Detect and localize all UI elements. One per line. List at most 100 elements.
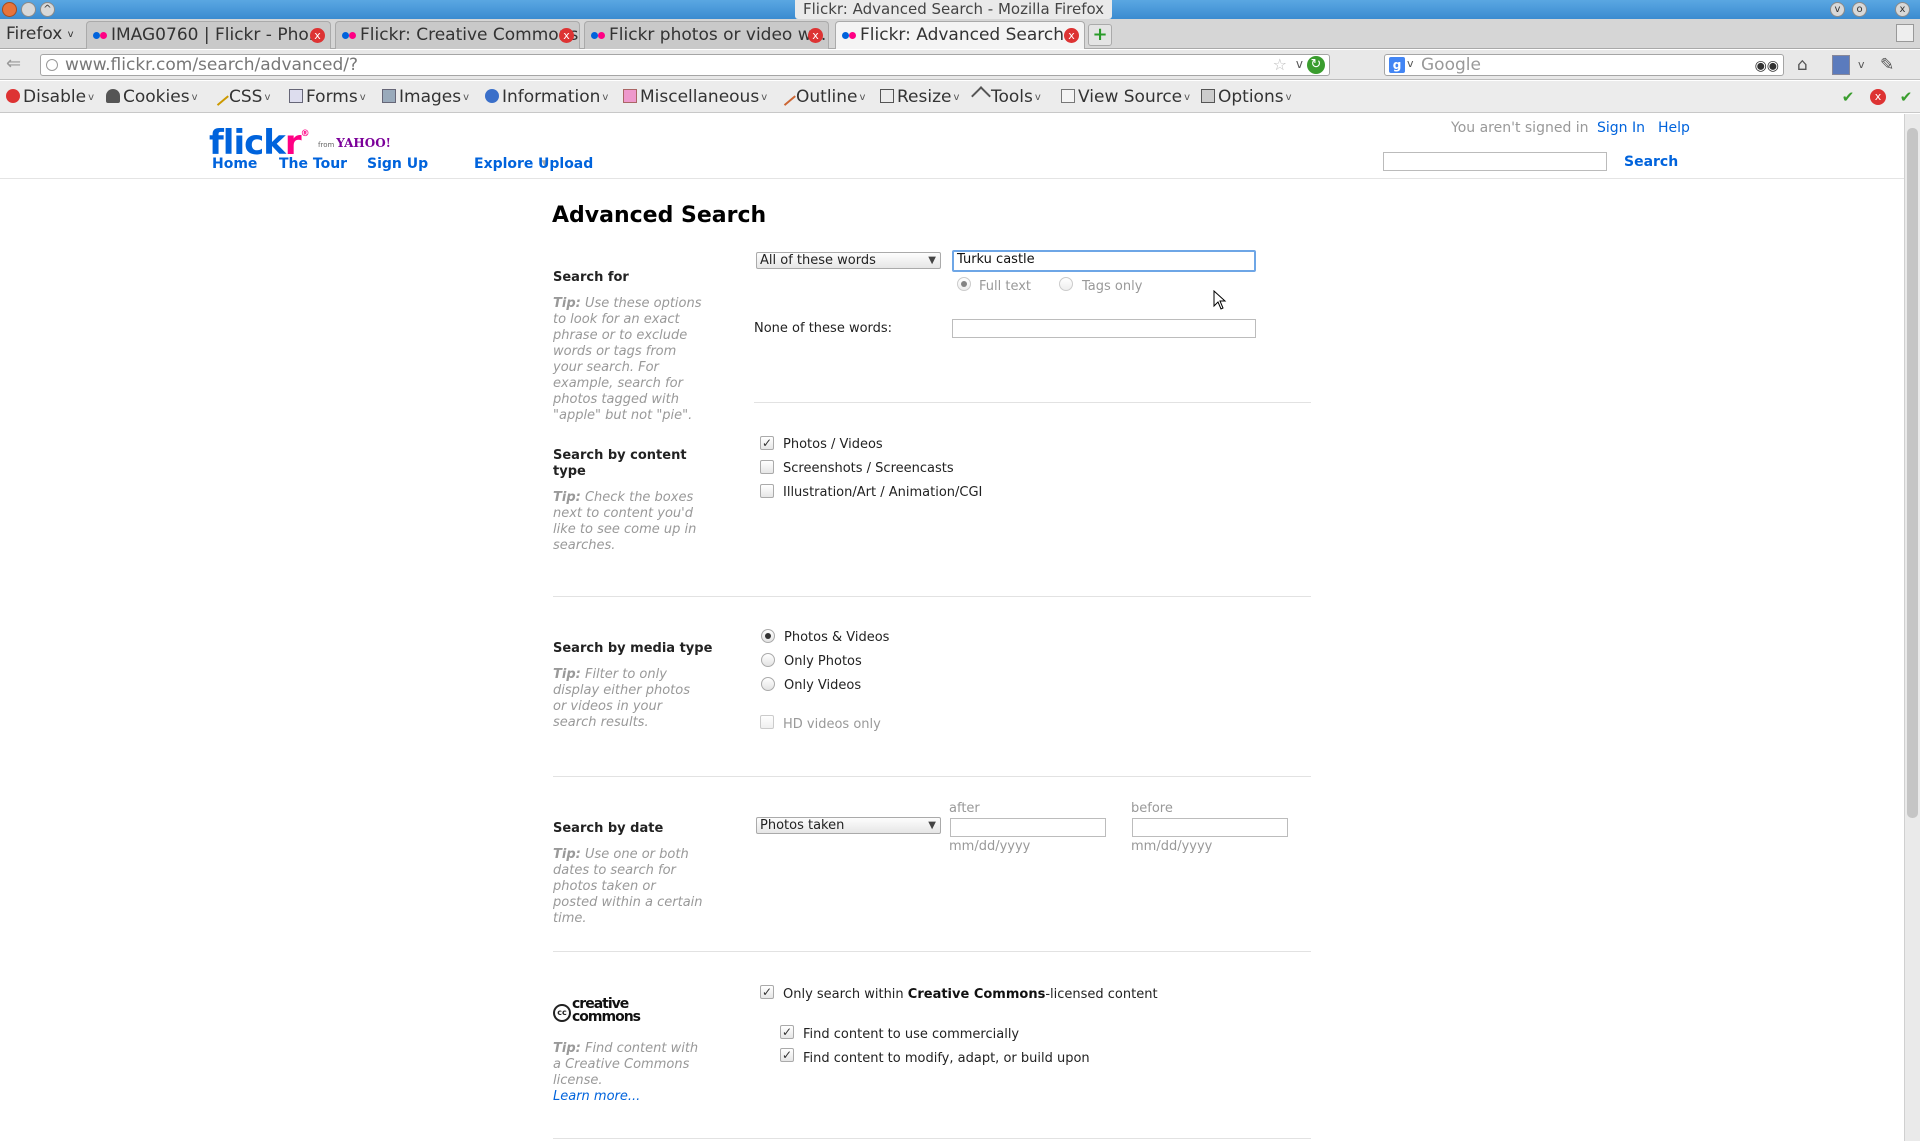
date-before-input[interactable] — [1132, 818, 1288, 837]
close-window-icon[interactable] — [2, 2, 17, 17]
cc-modify-checkbox[interactable]: ✓ — [780, 1048, 794, 1062]
content-screenshots-checkbox[interactable] — [760, 460, 774, 474]
dev-menu-view-source[interactable]: View Source v — [1061, 87, 1190, 107]
maximize-window-icon[interactable]: ^ — [40, 2, 55, 17]
nav-the-tour[interactable]: The Tour — [279, 156, 347, 172]
scrollbar-thumb[interactable] — [1907, 128, 1918, 818]
tab-flickr-photos[interactable]: Flickr photos or video w... x — [584, 21, 829, 49]
date-type-select[interactable]: Photos taken ▼ — [756, 817, 941, 834]
url-dropdown-icon[interactable]: v — [1296, 54, 1303, 74]
url-bar[interactable]: www.flickr.com/search/advanced/? ☆ v ↻ — [40, 54, 1330, 76]
home-icon[interactable]: ⌂ — [1797, 55, 1808, 75]
date-tip: Tip: Use one or both dates to search for… — [553, 847, 703, 927]
site-search-input[interactable] — [1383, 152, 1607, 171]
date-before-label: before — [1131, 801, 1173, 816]
dev-menu-disable[interactable]: Disable v — [6, 87, 94, 107]
bookmark-star-icon[interactable]: ☆ — [1273, 55, 1287, 75]
dev-menu-options[interactable]: Options v — [1201, 87, 1292, 107]
tab-close-icon[interactable]: x — [310, 28, 325, 43]
browser-search-input[interactable]: g v Google ◉◉ — [1384, 54, 1784, 76]
content-photos-videos-checkbox[interactable]: ✓ — [760, 436, 774, 450]
outline-icon — [776, 86, 796, 106]
content-illustration-label: Illustration/Art / Animation/CGI — [783, 485, 983, 500]
help-link[interactable]: Help — [1658, 120, 1690, 136]
content-type-label: Search by content type — [553, 448, 687, 479]
minimize-window-icon[interactable] — [21, 2, 36, 17]
dev-menu-label: View Source — [1078, 87, 1183, 107]
nav-home[interactable]: Home — [212, 156, 257, 172]
tags-only-radio[interactable] — [1059, 277, 1073, 291]
validation-ok-check-icon[interactable]: ✔ — [1840, 89, 1856, 105]
dev-menu-resize[interactable]: Resize v — [880, 87, 959, 107]
new-tab-plus-icon[interactable]: + — [1088, 24, 1112, 46]
dev-menu-label: Options — [1218, 87, 1284, 107]
addon-dropdown-icon[interactable]: v — [1858, 55, 1865, 75]
search-mode-select[interactable]: All of these words ▼ — [756, 252, 941, 269]
tab-close-icon[interactable]: x — [559, 28, 574, 43]
firefox-menu-button[interactable]: Firefox v — [0, 19, 80, 49]
media-only-videos-radio[interactable] — [761, 677, 775, 691]
dev-menu-label: Information — [502, 87, 601, 107]
nav-upload[interactable]: Upload — [538, 156, 593, 172]
section-divider — [754, 402, 1311, 403]
binoculars-icon[interactable]: ◉◉ — [1755, 56, 1779, 76]
back-arrow-icon[interactable]: ⇐ — [6, 55, 30, 75]
css-ok-check-icon[interactable]: ✔ — [1898, 89, 1914, 105]
learn-more-link[interactable]: Learn more... — [553, 1089, 703, 1105]
window-restore-icon[interactable]: o — [1852, 2, 1867, 17]
section-divider — [553, 1138, 1311, 1139]
dev-menu-tools[interactable]: Tools v — [971, 86, 1041, 107]
cc-only-checkbox[interactable]: ✓ — [760, 985, 774, 999]
search-query-input[interactable]: Turku castle — [952, 250, 1256, 272]
cc-only-bold: Creative Commons — [907, 987, 1046, 1002]
tags-only-label: Tags only — [1082, 279, 1143, 294]
options-icon — [1201, 89, 1215, 103]
search-engine-dropdown-icon[interactable]: v — [1407, 54, 1414, 74]
media-only-photos-radio[interactable] — [761, 653, 775, 667]
cc-commercial-checkbox[interactable]: ✓ — [780, 1025, 794, 1039]
resize-icon — [880, 89, 894, 103]
media-type-tip: Tip: Filter to only display either photo… — [553, 667, 703, 731]
tools-icon[interactable]: ✎ — [1880, 55, 1894, 75]
flickr-favicon-icon — [93, 32, 107, 40]
dev-menu-forms[interactable]: Forms v — [289, 87, 366, 107]
hd-videos-only-label: HD videos only — [783, 717, 881, 732]
hd-videos-only-checkbox[interactable] — [760, 715, 774, 729]
tab-creative-commons[interactable]: Flickr: Creative Commons x — [335, 21, 580, 49]
signed-out-notice: You aren't signed in — [1451, 120, 1589, 136]
window-close-icon[interactable]: x — [1895, 2, 1910, 17]
vertical-scrollbar[interactable] — [1904, 114, 1920, 1141]
dev-menu-label: Resize — [897, 87, 952, 107]
flickr-favicon-icon — [591, 32, 605, 40]
miscellaneous-icon — [623, 89, 637, 103]
cc-commercial-label: Find content to use commercially — [803, 1027, 1020, 1042]
search-for-tip: Tip: Use these options to look for an ex… — [553, 296, 703, 424]
full-text-radio[interactable] — [957, 277, 971, 291]
dev-menu-outline[interactable]: Outline v — [776, 86, 865, 107]
from-yahoo-logo: from YAHOO! — [318, 136, 391, 150]
dev-menu-cookies[interactable]: Cookies v — [106, 87, 197, 107]
tab-close-icon[interactable]: x — [808, 28, 823, 43]
reload-icon[interactable]: ↻ — [1307, 56, 1325, 74]
tab-list-icon[interactable] — [1896, 24, 1914, 42]
sign-in-link[interactable]: Sign In — [1597, 120, 1645, 136]
addon-icon[interactable] — [1832, 55, 1850, 75]
dev-menu-css[interactable]: CSS v — [209, 86, 270, 107]
media-photos-videos-radio[interactable] — [761, 629, 775, 643]
disable-icon — [6, 89, 20, 103]
dev-menu-images[interactable]: Images v — [382, 87, 469, 107]
site-search-button[interactable]: Search — [1624, 154, 1678, 170]
tab-advanced-search[interactable]: Flickr: Advanced Search x — [835, 21, 1085, 49]
tab-close-icon[interactable]: x — [1064, 28, 1079, 43]
nav-sign-up[interactable]: Sign Up — [367, 156, 428, 172]
dev-menu-label: Outline — [796, 87, 858, 107]
date-after-input[interactable] — [950, 818, 1106, 837]
tab-imag0760[interactable]: IMAG0760 | Flickr - Pho... x — [86, 21, 331, 49]
dev-menu-miscellaneous[interactable]: Miscellaneous v — [623, 87, 767, 107]
content-illustration-checkbox[interactable] — [760, 484, 774, 498]
window-menu-icon[interactable]: v — [1830, 2, 1845, 17]
error-icon[interactable]: x — [1870, 89, 1886, 105]
dev-menu-information[interactable]: Information v — [485, 87, 608, 107]
none-of-these-words-input[interactable] — [952, 319, 1256, 338]
chevron-down-icon: ▼ — [928, 820, 936, 831]
